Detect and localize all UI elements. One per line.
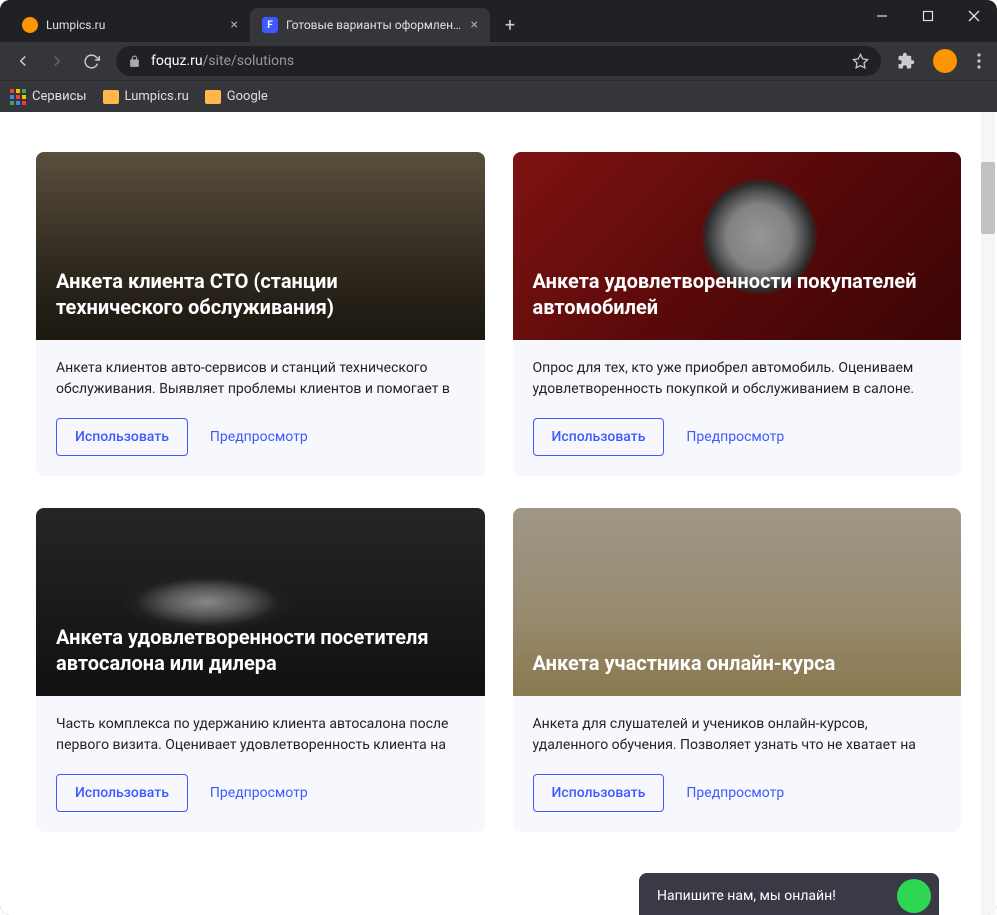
use-button[interactable]: Использовать <box>533 774 665 812</box>
page-content: Анкета клиента СТО (станции технического… <box>0 112 997 915</box>
page-viewport: Анкета клиента СТО (станции технического… <box>0 112 997 915</box>
forward-button[interactable] <box>42 46 72 76</box>
card-title: Анкета клиента СТО (станции технического… <box>56 268 465 320</box>
card-actions: Использовать Предпросмотр <box>533 774 942 812</box>
minimize-button[interactable] <box>859 0 905 32</box>
tab-active[interactable]: F Готовые варианты оформления × <box>250 8 490 42</box>
apps-shortcut[interactable]: Сервисы <box>10 89 87 105</box>
card-title: Анкета участника онлайн‑курса <box>533 650 836 676</box>
use-button[interactable]: Использовать <box>56 418 188 456</box>
favicon-icon <box>22 17 38 33</box>
folder-icon <box>103 90 119 104</box>
bookmark-google[interactable]: Google <box>205 89 268 104</box>
bookmark-label: Сервисы <box>32 89 87 104</box>
preview-link[interactable]: Предпросмотр <box>210 429 308 445</box>
card-hero[interactable]: Анкета удовлетворенности посетителя авто… <box>36 508 485 696</box>
chat-text: Напишите нам, мы онлайн! <box>657 888 836 904</box>
preview-link[interactable]: Предпросмотр <box>210 785 308 801</box>
card-hero[interactable]: Анкета участника онлайн‑курса <box>513 508 962 696</box>
card-actions: Использовать Предпросмотр <box>56 418 465 456</box>
card-desc: Опрос для тех, кто уже приобрел автомоби… <box>533 358 942 400</box>
folder-icon <box>205 90 221 104</box>
use-button[interactable]: Использовать <box>533 418 665 456</box>
tab-lumpics[interactable]: Lumpics.ru × <box>10 8 250 42</box>
tab-title: Готовые варианты оформления <box>286 18 463 32</box>
use-button[interactable]: Использовать <box>56 774 188 812</box>
menu-button[interactable] <box>969 53 989 69</box>
cards-grid: Анкета клиента СТО (станции технического… <box>36 152 961 832</box>
new-tab-button[interactable]: + <box>496 11 524 39</box>
template-card: Анкета удовлетворенности покупателей авт… <box>513 152 962 476</box>
chat-widget[interactable]: Напишите нам, мы онлайн! <box>639 873 939 915</box>
bookmark-label: Google <box>227 89 268 104</box>
bookmarks-bar: Сервисы Lumpics.ru Google <box>0 80 997 112</box>
window-controls <box>859 0 997 42</box>
back-button[interactable] <box>8 46 38 76</box>
card-desc: Часть комплекса по удержанию клиента авт… <box>56 714 465 756</box>
favicon-icon: F <box>262 17 278 33</box>
card-actions: Использовать Предпросмотр <box>533 418 942 456</box>
card-title: Анкета удовлетворенности посетителя авто… <box>56 624 465 676</box>
lock-icon <box>128 55 141 68</box>
card-hero[interactable]: Анкета клиента СТО (станции технического… <box>36 152 485 340</box>
close-icon[interactable]: × <box>231 17 238 33</box>
browser-window: Lumpics.ru × F Готовые варианты оформлен… <box>0 0 997 915</box>
card-body: Анкета клиентов авто-сервисов и станций … <box>36 340 485 476</box>
card-actions: Использовать Предпросмотр <box>56 774 465 812</box>
tab-title: Lumpics.ru <box>46 18 223 32</box>
url-text: foquz.ru/site/solutions <box>151 53 294 69</box>
card-title: Анкета удовлетворенности покупателей авт… <box>533 268 942 320</box>
close-icon[interactable]: × <box>471 17 478 33</box>
template-card: Анкета участника онлайн‑курса Анкета для… <box>513 508 962 832</box>
close-window-button[interactable] <box>951 0 997 32</box>
toolbar: foquz.ru/site/solutions <box>0 42 997 80</box>
preview-link[interactable]: Предпросмотр <box>686 429 784 445</box>
bookmark-label: Lumpics.ru <box>125 89 189 104</box>
card-body: Анкета для слушателей и учеников онлайн‑… <box>513 696 962 832</box>
card-body: Опрос для тех, кто уже приобрел автомоби… <box>513 340 962 476</box>
reload-button[interactable] <box>76 46 106 76</box>
card-hero[interactable]: Анкета удовлетворенности покупателей авт… <box>513 152 962 340</box>
template-card: Анкета клиента СТО (станции технического… <box>36 152 485 476</box>
extensions-icon[interactable] <box>897 52 915 70</box>
preview-link[interactable]: Предпросмотр <box>686 785 784 801</box>
card-desc: Анкета клиентов авто-сервисов и станций … <box>56 358 465 400</box>
bookmark-lumpics[interactable]: Lumpics.ru <box>103 89 189 104</box>
template-card: Анкета удовлетворенности посетителя авто… <box>36 508 485 832</box>
star-icon[interactable] <box>852 53 869 70</box>
address-bar[interactable]: foquz.ru/site/solutions <box>116 46 881 76</box>
chat-status-icon <box>897 879 931 913</box>
apps-icon <box>10 89 26 105</box>
maximize-button[interactable] <box>905 0 951 32</box>
profile-avatar[interactable] <box>933 49 957 73</box>
card-desc: Анкета для слушателей и учеников онлайн‑… <box>533 714 942 756</box>
titlebar: Lumpics.ru × F Готовые варианты оформлен… <box>0 0 997 42</box>
card-body: Часть комплекса по удержанию клиента авт… <box>36 696 485 832</box>
